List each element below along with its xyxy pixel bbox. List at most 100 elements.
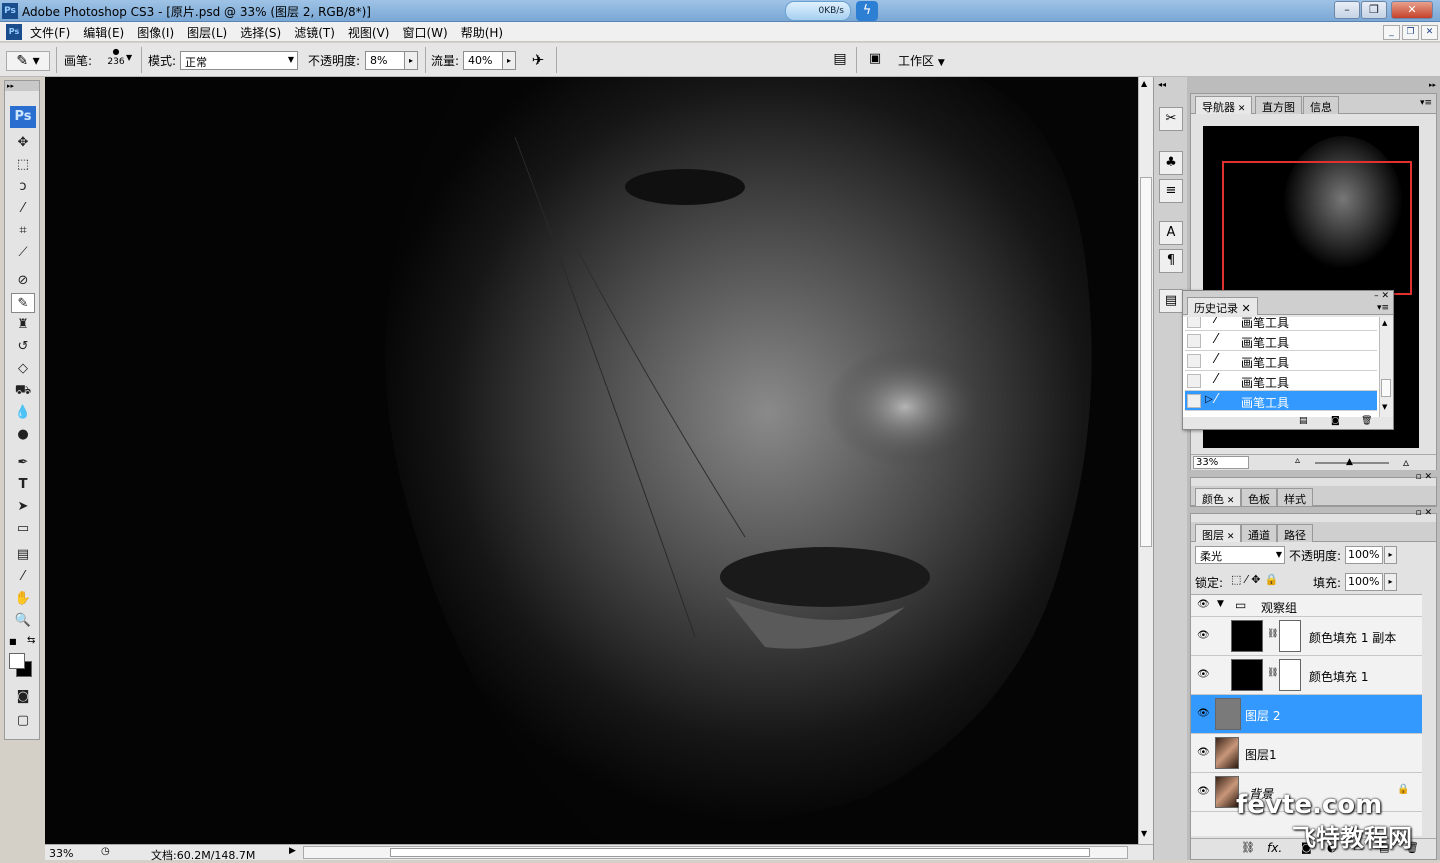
notes-tool-icon[interactable]: ▤ [11,545,35,565]
opacity-input[interactable]: 8% [365,51,405,70]
document-icon[interactable]: Ps [6,24,22,40]
dodge-tool-icon[interactable]: ● [11,425,35,445]
tab-color[interactable]: 颜色 ✕ [1195,488,1242,506]
eye-icon[interactable]: 👁 [1197,669,1210,680]
snapshot-checkbox[interactable] [1187,394,1201,408]
tool-preset-picker[interactable]: ✎ ▾ [6,51,50,71]
eye-icon[interactable]: 👁 [1197,599,1210,610]
chevron-down-icon[interactable]: ▼ [126,53,132,62]
tab-swatches[interactable]: 色板 [1241,488,1277,506]
mask-thumbnail[interactable] [1279,620,1301,652]
doc-minimize-button[interactable]: _ [1383,25,1400,40]
type-tool-icon[interactable]: T [11,475,35,495]
link-icon[interactable]: ⛓ [1267,629,1278,639]
menu-item[interactable]: 图层(L) [187,24,227,41]
tab-history[interactable]: 历史记录 ✕ [1187,297,1258,315]
workspace-menu[interactable]: 工作区 ▼ [898,52,945,69]
history-item[interactable]: ⁄ 画笔工具 [1185,331,1377,351]
paint-bucket-tool-icon[interactable]: ⛟ [11,381,35,401]
clone-source-icon[interactable]: ♣ [1159,151,1183,175]
default-colors-icon[interactable]: ■ [9,637,17,646]
menu-item[interactable]: 窗口(W) [402,24,447,41]
fx-button[interactable]: fx. [1267,841,1282,855]
close-icon[interactable]: ✕ [1224,532,1235,542]
brushes-icon[interactable]: ≡ [1159,179,1183,203]
navigator-zoom-input[interactable]: 33% [1193,456,1249,469]
snapshot-checkbox[interactable] [1187,317,1201,328]
fill-input[interactable]: 100% [1345,573,1383,591]
status-info-icon[interactable]: ◷ [101,846,110,857]
eye-icon[interactable]: 👁 [1197,786,1210,797]
magic-wand-tool-icon[interactable]: ⁄ [11,199,35,219]
history-item[interactable]: ⁄ 画笔工具 [1185,351,1377,371]
healing-brush-tool-icon[interactable]: ⊘ [11,271,35,291]
history-item[interactable]: ⁄ 画笔工具 [1185,371,1377,391]
zoom-in-icon[interactable]: ▵ [1403,455,1409,469]
swap-colors-icon[interactable]: ⇆ [27,635,35,646]
panel-minimize-icon[interactable]: ▫ ✕ [1415,508,1432,518]
blend-mode-select[interactable]: 柔光 ▼ [1195,546,1285,564]
panel-menu-icon[interactable]: ▾≡ [1377,303,1389,313]
history-brush-tool-icon[interactable]: ↺ [11,337,35,357]
link-layers-icon[interactable]: ⛓ [1241,841,1255,854]
scroll-up-icon[interactable]: ▲ [1141,79,1147,88]
scroll-thumb[interactable] [1381,379,1391,397]
pen-tool-icon[interactable]: ✒ [11,453,35,473]
marquee-tool-icon[interactable]: ⬚ [11,155,35,175]
toolbox-grip[interactable]: ▸▸ [5,81,39,91]
tab-histogram[interactable]: 直方图 [1255,96,1302,114]
history-state-arrow-icon[interactable]: ▷ [1205,394,1213,405]
snapshot-checkbox[interactable] [1187,334,1201,348]
h-scroll-thumb[interactable] [390,848,1090,857]
flow-slider-button[interactable]: ▸ [502,51,516,70]
layer-row[interactable]: 👁 ⛓ 颜色填充 1 副本 [1191,617,1422,656]
collapse-dock-icon[interactable]: ◂◂ [1158,80,1166,89]
scroll-down-icon[interactable]: ▼ [1141,829,1147,838]
layer-group-row[interactable]: 👁 ▼ ▭ 观察组 [1191,595,1422,617]
eye-icon[interactable]: 👁 [1197,708,1210,719]
bridge-icon[interactable]: ▣ [864,51,886,71]
zoom-out-icon[interactable]: ▵ [1295,455,1300,466]
new-snapshot-icon[interactable]: ◙ [1331,416,1340,426]
screen-mode-icon[interactable]: ▢ [11,711,35,731]
scroll-thumb[interactable] [1140,177,1152,547]
scroll-up-icon[interactable]: ▲ [1382,319,1387,327]
lock-icons[interactable]: ⬚⁄✥🔒 [1231,573,1282,586]
layer-opacity-arrow[interactable]: ▸ [1384,546,1397,564]
foreground-color-swatch[interactable] [9,653,25,669]
minimize-button[interactable]: – [1334,1,1360,19]
layer-row[interactable]: 👁 ⛓ 颜色填充 1 [1191,656,1422,695]
network-speed-widget[interactable]: 0KB/s [785,1,851,21]
document-canvas[interactable] [45,77,1138,844]
history-item[interactable]: ⁄ 画笔工具 [1185,317,1377,331]
tab-info[interactable]: 信息 [1303,96,1339,114]
maximize-button[interactable]: ❐ [1361,1,1387,19]
panel-close-icon[interactable]: – ✕ [1374,291,1389,301]
vertical-scrollbar[interactable]: ▲ ▼ [1138,77,1153,844]
snapshot-checkbox[interactable] [1187,374,1201,388]
menu-item[interactable]: 文件(F) [30,24,70,41]
palette-well-icon[interactable]: ▤ [830,51,850,71]
hand-tool-icon[interactable]: ✋ [11,589,35,609]
snapshot-checkbox[interactable] [1187,354,1201,368]
close-button[interactable]: ✕ [1391,1,1433,19]
blur-tool-icon[interactable]: 💧 [11,403,35,423]
trash-icon[interactable]: 🗑 [1361,416,1372,426]
paragraph-icon[interactable]: ¶ [1159,249,1183,273]
eraser-tool-icon[interactable]: ◇ [11,359,35,379]
close-icon[interactable]: ✕ [1235,104,1246,114]
menu-item[interactable]: 滤镜(T) [294,24,335,41]
layer-row[interactable]: 👁 图层1 [1191,734,1422,773]
move-tool-icon[interactable]: ✥ [11,133,35,153]
mask-thumbnail[interactable] [1279,659,1301,691]
airbrush-icon[interactable]: ✈ [525,51,551,71]
close-icon[interactable]: ✕ [1224,496,1235,506]
new-document-from-state-icon[interactable]: ▤ [1299,416,1308,426]
disclosure-triangle-icon[interactable]: ▼ [1217,599,1224,609]
status-menu-arrow-icon[interactable]: ▶ [289,846,296,856]
fill-arrow[interactable]: ▸ [1384,573,1397,591]
crop-tool-icon[interactable]: ⌗ [11,221,35,241]
tab-layers[interactable]: 图层 ✕ [1195,524,1242,542]
zoom-tool-icon[interactable]: 🔍 [11,611,35,631]
tab-navigator[interactable]: 导航器 ✕ [1195,96,1253,114]
